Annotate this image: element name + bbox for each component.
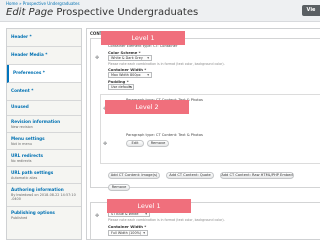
sidebar-item-summary: By kwiedow4 on 2018-08-22 14:57:10 -0400 (11, 193, 76, 201)
sidebar-item-label: Header * (11, 34, 32, 39)
padding-select[interactable]: Use defaults (108, 84, 134, 90)
remove-container-button[interactable]: Remove (108, 184, 130, 191)
sidebar-item-publishing[interactable]: Publishing options Published (7, 207, 81, 223)
remove-button[interactable]: Remove (147, 140, 169, 147)
container-width-label: Container Width * (108, 224, 147, 229)
sidebar-item-summary: New revision (11, 125, 33, 129)
level-1-badge: Level 1 (107, 199, 191, 213)
sidebar-item-summary: Not in menu (11, 142, 32, 146)
sidebar-item-authoring[interactable]: Authoring information By kwiedow4 on 201… (7, 184, 81, 207)
color-scheme-select[interactable]: White & Dark Grey (108, 55, 152, 61)
sidebar-item-header[interactable]: Header * (7, 29, 81, 47)
sidebar-item-label: Revision information (11, 119, 61, 124)
sidebar-item-label: Unused (11, 104, 29, 109)
level-1-badge: Level 1 (101, 31, 185, 45)
drag-handle-icon[interactable]: ✥ (103, 141, 107, 147)
sidebar-item-label: Publishing options (11, 210, 55, 215)
drag-handle-icon[interactable]: ✥ (95, 213, 99, 219)
sidebar-item-label: URL redirects (11, 153, 43, 158)
content-fieldset: CONTENT * ✥ Container Element type: CT: … (86, 28, 320, 240)
drag-handle-icon[interactable]: ✥ (95, 55, 99, 61)
add-image-button[interactable]: Add CT Content: Image(s) (108, 172, 160, 179)
paragraph-type-label: Paragraph type: CT Content: Text & Photo… (126, 133, 203, 137)
sidebar-item-unused[interactable]: Unused (7, 101, 81, 116)
sidebar-item-label: URL path settings (11, 170, 54, 175)
level-2-badge: Level 2 (105, 100, 189, 114)
sidebar-item-label: Authoring information (11, 187, 64, 192)
add-quote-button[interactable]: Add CT Content: Quote (166, 172, 214, 179)
vertical-tabs-sidebar: Header * Header Media * Preferences * Co… (6, 28, 82, 240)
sidebar-item-revision[interactable]: Revision information New revision (7, 116, 81, 133)
sidebar-item-label: Content * (11, 88, 34, 93)
sidebar-item-url-path[interactable]: URL path settings Automatic alias (7, 167, 81, 184)
page-title-name: Prospective Undergraduates (56, 7, 199, 18)
sidebar-item-header-media[interactable]: Header Media * (7, 47, 81, 65)
sidebar-item-preferences[interactable]: Preferences * (7, 65, 81, 83)
sidebar-item-label: Menu settings (11, 136, 45, 141)
sidebar-item-label: Header Media * (11, 52, 48, 57)
color-scheme-hint: Please note each combination is in forma… (108, 218, 225, 222)
container-width-select[interactable]: Full Width (100%) (108, 230, 148, 236)
page-header: Home » Prospective Undergraduates Edit P… (0, 0, 320, 22)
page-title-prefix: Edit Page (6, 7, 54, 18)
sidebar-item-url-redirects[interactable]: URL redirects No redirects (7, 150, 81, 167)
view-button[interactable]: Vie (302, 5, 320, 16)
sidebar-item-summary: No redirects (11, 159, 32, 163)
color-scheme-hint: Please note each combination is in forma… (108, 62, 225, 66)
sidebar-item-summary: Published (11, 216, 28, 220)
page-title: Edit Page Prospective Undergraduates (6, 7, 198, 18)
breadcrumb[interactable]: Home » Prospective Undergraduates (6, 1, 80, 6)
sidebar-item-summary: Automatic alias (11, 176, 38, 180)
container-width-select[interactable]: Max Width 800px (108, 72, 152, 78)
sidebar-item-menu[interactable]: Menu settings Not in menu (7, 133, 81, 150)
sidebar-item-label: Preferences * (13, 70, 45, 75)
edit-button[interactable]: Edit (126, 140, 144, 147)
add-raw-html-button[interactable]: Add CT Content: Raw HTML/PHP Embed (220, 172, 294, 179)
sidebar-item-content[interactable]: Content * (7, 83, 81, 101)
